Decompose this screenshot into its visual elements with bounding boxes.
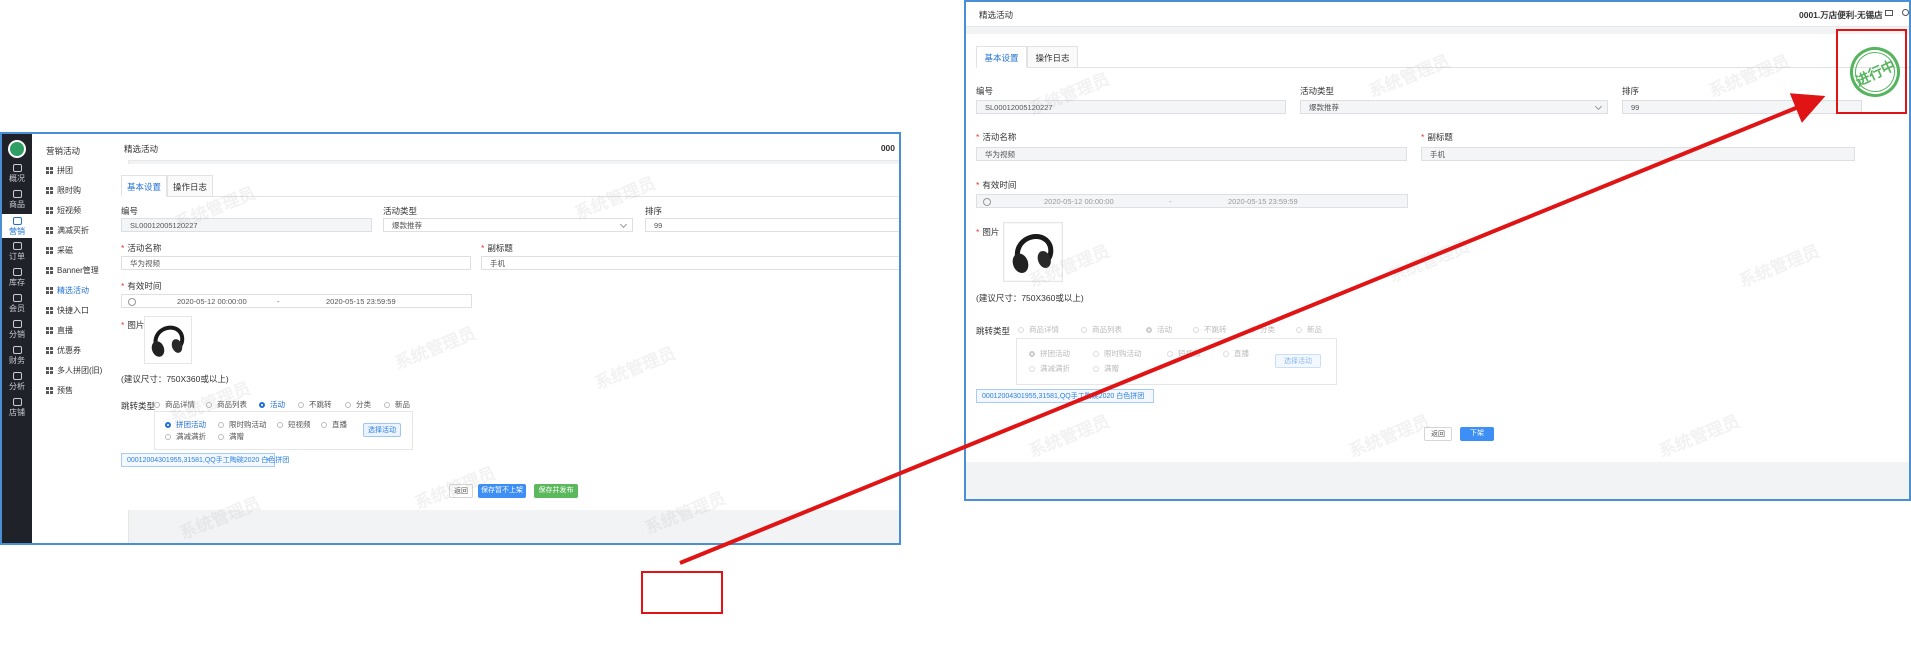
- annotation-arrow: [679, 93, 1826, 565]
